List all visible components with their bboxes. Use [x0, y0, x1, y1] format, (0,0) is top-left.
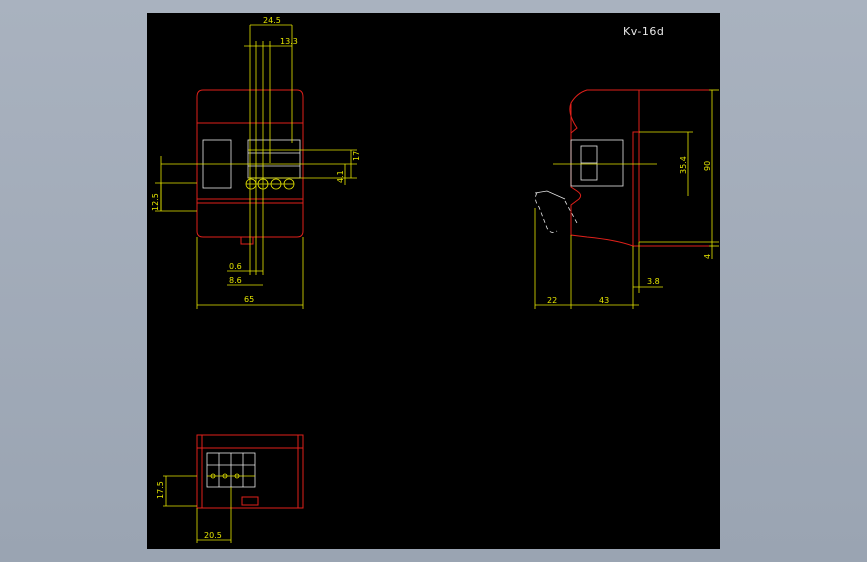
drawing-title: Kv-16d: [623, 25, 664, 38]
bottom-tab: [241, 496, 259, 506]
dim-24-5: 24.5: [263, 16, 281, 25]
side-handle: [534, 190, 566, 200]
dim-17-5: 17.5: [156, 481, 165, 499]
dim-22: 22: [547, 296, 557, 305]
dim-8-6: 8.6: [229, 276, 242, 285]
cad-viewport[interactable]: Kv-16d 24.5 13.3 17 4.1 12.5 0.6 8.6 65 …: [147, 13, 720, 549]
dim-13-3: 13.3: [280, 37, 298, 46]
dim-17: 17: [352, 151, 361, 161]
dim-20-5: 20.5: [204, 531, 222, 540]
side-view: [534, 89, 719, 309]
dim-4: 4: [703, 254, 712, 259]
dim-0-6: 0.6: [229, 262, 242, 271]
front-view: [155, 25, 357, 309]
dim-12-5: 12.5: [151, 193, 160, 211]
front-tab: [240, 236, 254, 245]
bottom-view: [163, 434, 304, 543]
dim-90: 90: [703, 161, 712, 171]
dim-65: 65: [244, 295, 254, 304]
dim-4-1: 4.1: [336, 170, 345, 183]
dim-3-8: 3.8: [647, 277, 660, 286]
dim-43: 43: [599, 296, 609, 305]
dim-35-4: 35.4: [679, 156, 688, 174]
cad-drawing: Kv-16d 24.5 13.3 17 4.1 12.5 0.6 8.6 65 …: [151, 16, 719, 543]
